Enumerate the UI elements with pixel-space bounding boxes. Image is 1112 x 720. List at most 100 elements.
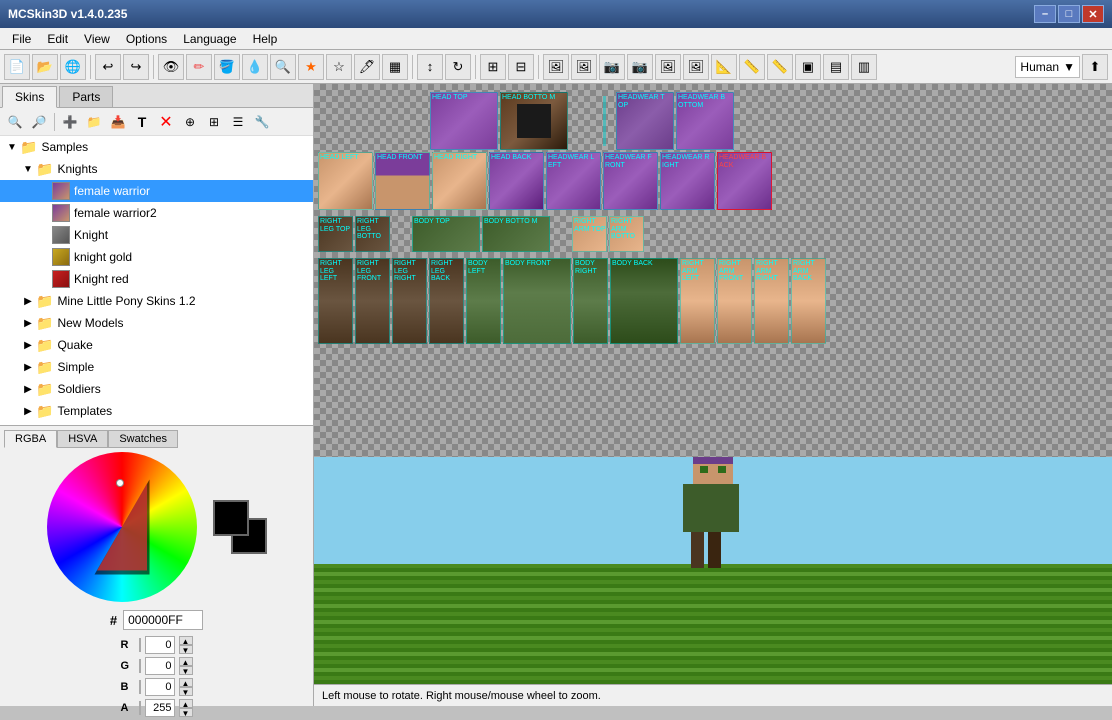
body-bottom-part[interactable]: BODY BOTTO M (482, 216, 550, 252)
tree-item-female-warrior2[interactable]: female warrior2 (0, 202, 313, 224)
upload-button[interactable]: ⬆ (1082, 54, 1108, 80)
g-stepper[interactable]: ▲ ▼ (179, 657, 193, 675)
tree-item-knight[interactable]: Knight (0, 224, 313, 246)
image10-button[interactable]: ▣ (795, 54, 821, 80)
paint-button[interactable]: 🪣 (214, 54, 240, 80)
create-folder-button[interactable]: 📁 (83, 111, 105, 133)
image9-button[interactable]: 📏 (767, 54, 793, 80)
color-tab-swatches[interactable]: Swatches (108, 430, 178, 448)
b-stepper[interactable]: ▲ ▼ (179, 678, 193, 696)
image6-button[interactable]: 🖼 (683, 54, 709, 80)
hex-input[interactable] (123, 610, 203, 630)
image3-button[interactable]: 📷 (599, 54, 625, 80)
image11-button[interactable]: ▤ (823, 54, 849, 80)
headwear-back-part[interactable]: HEADWEAR B ACK (717, 152, 772, 210)
g-value-input[interactable] (145, 657, 175, 675)
right-leg-top-part[interactable]: RIGHT LEG TOP (318, 216, 353, 252)
foreground-color-swatch[interactable] (213, 500, 249, 536)
tree-item-knights[interactable]: ▼ 📁 Knights (0, 158, 313, 180)
right-arm-left-part[interactable]: RIGHT ARM LEFT (680, 258, 715, 344)
b-decrement[interactable]: ▼ (179, 687, 193, 696)
add-skin-button[interactable]: ➕ (59, 111, 81, 133)
body-back-part[interactable]: BODY BACK (610, 258, 678, 344)
right-arm-top-part[interactable]: RIGHT ARM TOP (572, 216, 607, 252)
color-wheel[interactable] (47, 452, 197, 602)
menu-file[interactable]: File (4, 30, 39, 48)
right-leg-left-part[interactable]: RIGHT LEG LEFT (318, 258, 353, 344)
a-increment[interactable]: ▲ (179, 699, 193, 708)
headwear-left-part[interactable]: HEADWEAR L EFT (546, 152, 601, 210)
image2-button[interactable]: 🖼 (571, 54, 597, 80)
headwear-top-part[interactable]: HEADWEAR T OP (616, 92, 674, 150)
menu-options[interactable]: Options (118, 30, 175, 48)
image8-button[interactable]: 📏 (739, 54, 765, 80)
redo-button[interactable]: ↪ (123, 54, 149, 80)
smudge-button[interactable]: 🖊 (354, 54, 380, 80)
eye-button[interactable]: 👁 (158, 54, 184, 80)
eraser-button[interactable]: 🔍 (270, 54, 296, 80)
headwear-bottom-part[interactable]: HEADWEAR B OTTOM (676, 92, 734, 150)
headwear-front-part[interactable]: HEADWEAR F RONT (603, 152, 658, 210)
skin-editor[interactable]: HEAD TOP HEAD BOTTO M (314, 84, 1112, 457)
move-button[interactable]: ↕ (417, 54, 443, 80)
grid-view-button[interactable]: ⊞ (203, 111, 225, 133)
undo-button[interactable]: ↩ (95, 54, 121, 80)
menu-edit[interactable]: Edit (39, 30, 76, 48)
new-button[interactable]: 📄 (4, 54, 30, 80)
skin-editor-canvas[interactable]: HEAD TOP HEAD BOTTO M (314, 84, 1112, 457)
body-left-part[interactable]: BODY LEFT (466, 258, 501, 344)
r-decrement[interactable]: ▼ (179, 645, 193, 654)
r-increment[interactable]: ▲ (179, 636, 193, 645)
head-back-part[interactable]: HEAD BACK (489, 152, 544, 210)
delete-button[interactable]: ✕ (155, 111, 177, 133)
g-decrement[interactable]: ▼ (179, 666, 193, 675)
dodge-button[interactable]: ☆ (326, 54, 352, 80)
tree-item-mine-little-pony[interactable]: ▶ 📁 Mine Little Pony Skins 1.2 (0, 290, 313, 312)
eyedropper-button[interactable]: 💧 (242, 54, 268, 80)
3d-preview-panel[interactable] (314, 457, 1112, 684)
minimize-button[interactable]: – (1034, 5, 1056, 23)
body-top-part[interactable]: BODY TOP (412, 216, 480, 252)
head-front-part[interactable]: HEAD FRONT (375, 152, 430, 210)
menu-view[interactable]: View (76, 30, 118, 48)
tree-item-templates[interactable]: ▶ 📁 Templates (0, 400, 313, 422)
a-value-input[interactable] (145, 699, 175, 717)
right-leg-back-part[interactable]: RIGHT LEG BACK (429, 258, 464, 344)
image12-button[interactable]: ▥ (851, 54, 877, 80)
image4-button[interactable]: 📷 (627, 54, 653, 80)
maximize-button[interactable]: □ (1058, 5, 1080, 23)
right-arm-front-part[interactable]: RIGHT ARM FRONT (717, 258, 752, 344)
grid-button[interactable]: ⊞ (480, 54, 506, 80)
r-slider[interactable] (139, 638, 141, 652)
b-increment[interactable]: ▲ (179, 678, 193, 687)
head-left-part[interactable]: HEAD LEFT (318, 152, 373, 210)
g-slider[interactable] (139, 659, 141, 673)
tree-item-female-warrior[interactable]: female warrior (0, 180, 313, 202)
a-stepper[interactable]: ▲ ▼ (179, 699, 193, 717)
tree-item-knight-red[interactable]: Knight red (0, 268, 313, 290)
color-tab-hsva[interactable]: HSVA (57, 430, 108, 448)
body-front-part[interactable]: BODY FRONT (503, 258, 571, 344)
zoom-out-tree-button[interactable]: 🔎 (28, 111, 50, 133)
b-slider[interactable] (139, 680, 141, 694)
import-button[interactable]: 📥 (107, 111, 129, 133)
right-arm-back-part[interactable]: RIGHT ARM BACK (791, 258, 826, 344)
g-increment[interactable]: ▲ (179, 657, 193, 666)
head-right-part[interactable]: HEAD RIGHT (432, 152, 487, 210)
dither-button[interactable]: ▦ (382, 54, 408, 80)
grid2-button[interactable]: ⊟ (508, 54, 534, 80)
image5-button[interactable]: 🖼 (655, 54, 681, 80)
image7-button[interactable]: 📐 (711, 54, 737, 80)
menu-help[interactable]: Help (245, 30, 286, 48)
open-button[interactable]: 📂 (32, 54, 58, 80)
rename-button[interactable]: T (131, 111, 153, 133)
tab-skins[interactable]: Skins (2, 86, 57, 108)
body-right-part[interactable]: BODY RIGHT (573, 258, 608, 344)
a-decrement[interactable]: ▼ (179, 708, 193, 717)
right-leg-right-part[interactable]: RIGHT LEG RIGHT (392, 258, 427, 344)
right-leg-bottom-part[interactable]: RIGHT LEG BOTTO (355, 216, 390, 252)
b-value-input[interactable] (145, 678, 175, 696)
tree-item-knight-gold[interactable]: knight gold (0, 246, 313, 268)
close-button[interactable]: ✕ (1082, 5, 1104, 23)
list-view-button[interactable]: ☰ (227, 111, 249, 133)
